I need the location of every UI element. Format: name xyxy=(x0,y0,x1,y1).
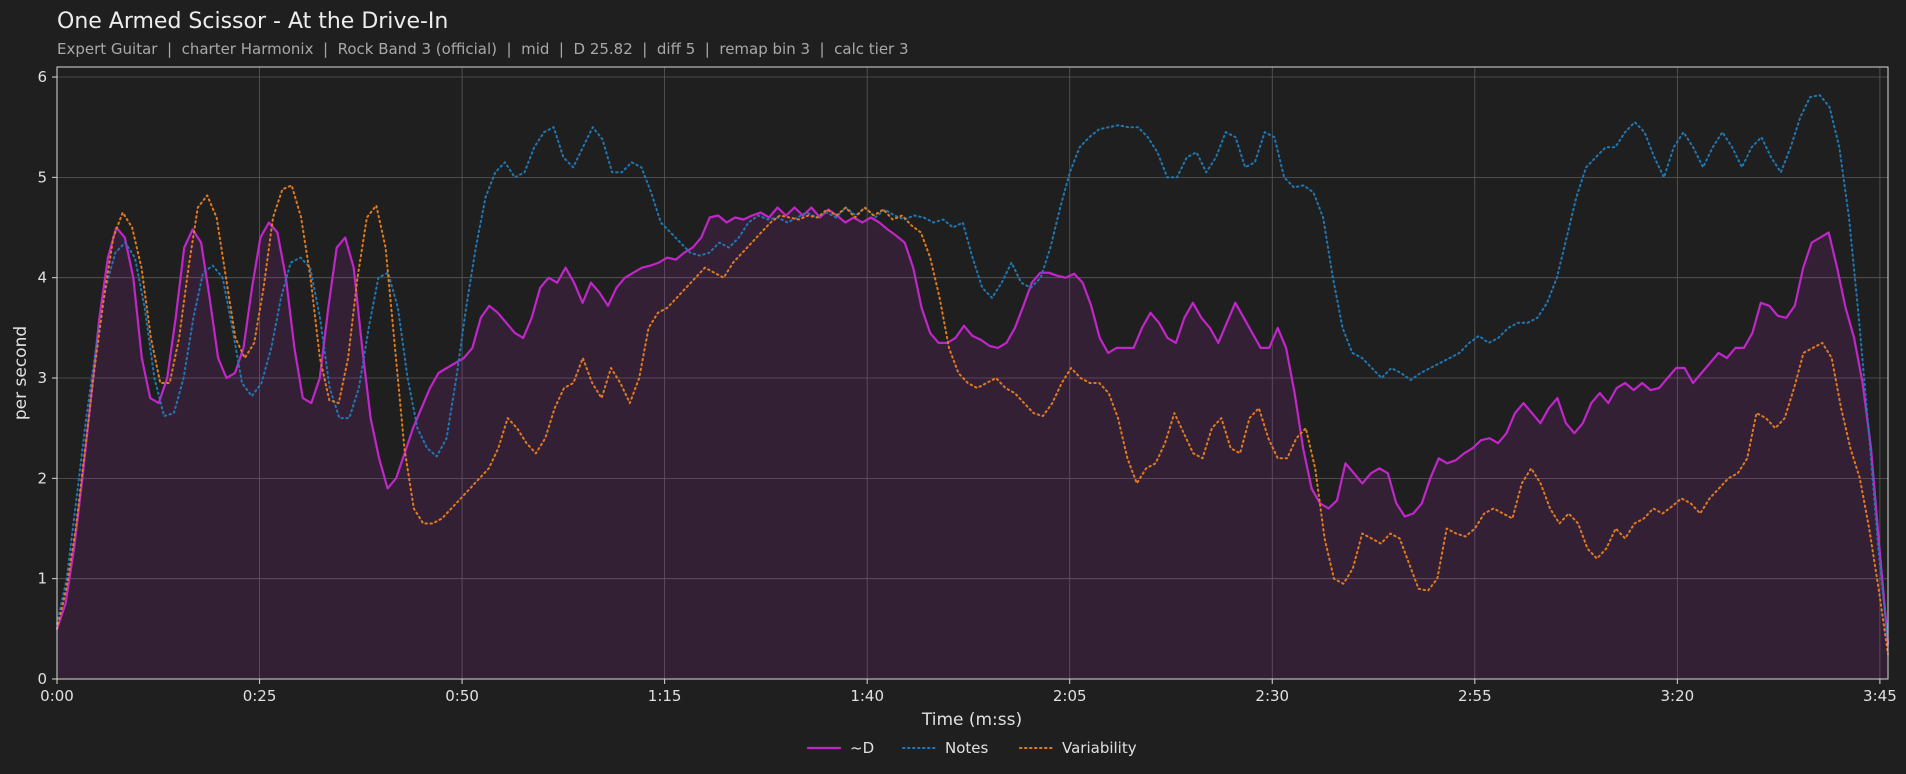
y-tick-label: 0 xyxy=(37,670,47,688)
y-tick-label: 3 xyxy=(37,369,47,387)
plot-area xyxy=(55,66,1890,680)
x-tick-label: 3:20 xyxy=(1661,687,1695,705)
y-tick-label: 2 xyxy=(37,469,47,487)
chart: One Armed Scissor - At the Drive-In Expe… xyxy=(11,9,1897,757)
x-tick-label: 0:50 xyxy=(445,687,479,705)
y-axis-ticks: 0 1 2 3 4 5 6 xyxy=(37,68,57,688)
x-axis-label: Time (m:ss) xyxy=(921,710,1022,730)
x-tick-label: 2:55 xyxy=(1458,687,1492,705)
y-tick-label: 4 xyxy=(37,269,47,287)
y-tick-label: 1 xyxy=(37,570,47,588)
chart-title: One Armed Scissor - At the Drive-In xyxy=(57,9,448,34)
x-tick-label: 0:25 xyxy=(243,687,277,705)
legend-label-variability: Variability xyxy=(1062,739,1137,757)
x-tick-label: 2:30 xyxy=(1255,687,1289,705)
y-tick-label: 6 xyxy=(37,68,47,86)
chart-subtitle: Expert Guitar | charter Harmonix | Rock … xyxy=(57,40,909,58)
legend-label-d: ~D xyxy=(850,739,874,757)
x-tick-label: 1:40 xyxy=(850,687,884,705)
y-axis-label: per second xyxy=(11,326,31,420)
x-tick-label: 2:05 xyxy=(1053,687,1087,705)
x-tick-label: 1:15 xyxy=(648,687,682,705)
legend-label-notes: Notes xyxy=(945,739,989,757)
x-tick-label: 3:45 xyxy=(1863,687,1897,705)
legend: ~D Notes Variability xyxy=(806,739,1137,757)
x-tick-label: 0:00 xyxy=(40,687,74,705)
y-tick-label: 5 xyxy=(37,168,47,186)
x-axis-ticks: 0:00 0:25 0:50 1:15 1:40 2:05 2:30 2:55 3:20 3:45 xyxy=(40,679,1897,705)
